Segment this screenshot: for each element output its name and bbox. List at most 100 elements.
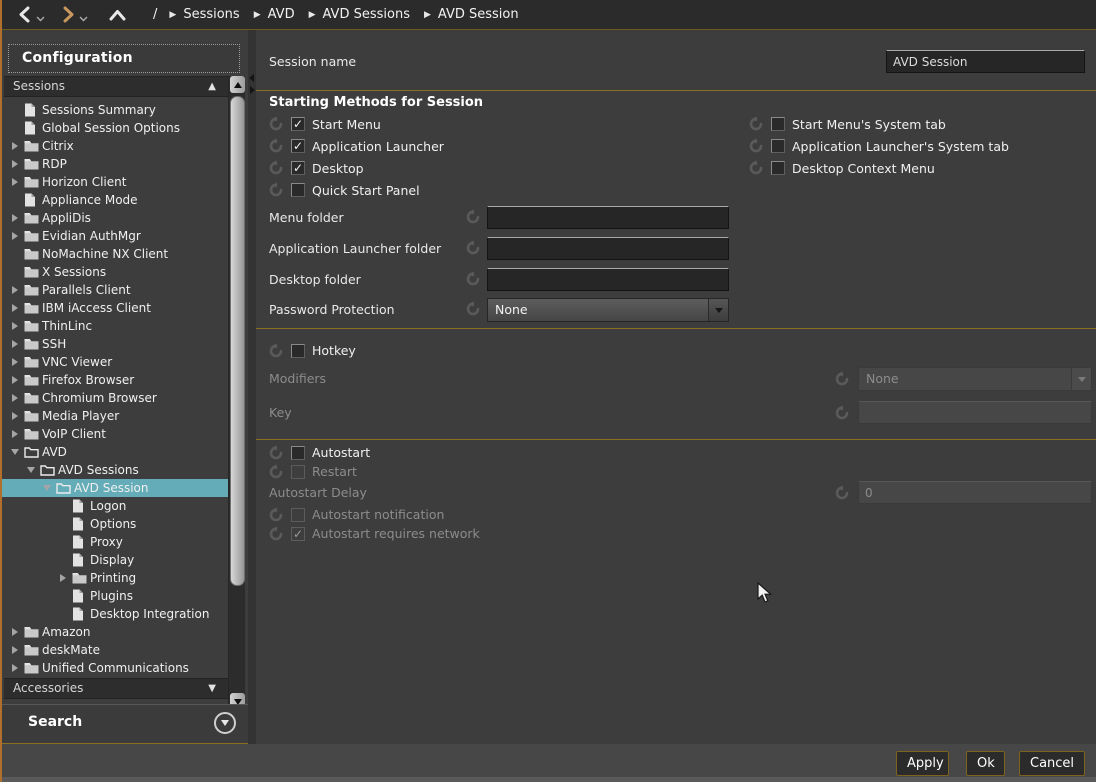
revert-icon[interactable] [834,405,850,421]
tree-item-firefox-browser[interactable]: Firefox Browser [2,371,228,389]
collapse-arrow-icon[interactable] [24,467,38,473]
breadcrumb-root[interactable]: / [153,7,157,22]
tree-item-appliance-mode[interactable]: Appliance Mode [2,191,228,209]
forward-icon[interactable] [59,3,77,27]
application-launcher-folder-input[interactable] [487,237,729,260]
tree-item-sessions-summary[interactable]: Sessions Summary [2,101,228,119]
tree-item-printing[interactable]: Printing [2,569,228,587]
tree-scrollbar[interactable] [228,76,245,710]
revert-icon[interactable] [268,343,284,359]
dropdown-arrow-icon[interactable] [708,299,728,321]
expand-arrow-icon[interactable] [8,232,22,240]
collapse-arrow-icon[interactable] [40,485,54,491]
tree-item-parallels-client[interactable]: Parallels Client [2,281,228,299]
checkbox-desktop-context-menu[interactable] [771,161,785,175]
revert-icon[interactable] [268,526,284,542]
revert-icon[interactable] [268,445,284,461]
expand-arrow-icon[interactable] [8,304,22,312]
tree-item-chromium-browser[interactable]: Chromium Browser [2,389,228,407]
breadcrumb-item-avd[interactable]: ▶AVD [254,7,295,22]
expand-arrow-icon[interactable] [8,646,22,654]
tree-item-global-session-options[interactable]: Global Session Options [2,119,228,137]
tree-item-logon[interactable]: Logon [2,497,228,515]
tree-item-horizon-client[interactable]: Horizon Client [2,173,228,191]
revert-icon[interactable] [748,116,764,132]
expand-arrow-icon[interactable] [8,322,22,330]
apply-button[interactable]: Apply [896,751,949,776]
tree-item-ssh[interactable]: SSH [2,335,228,353]
revert-icon[interactable] [465,209,481,225]
revert-icon[interactable] [465,301,481,317]
tree-item-media-player[interactable]: Media Player [2,407,228,425]
tree-item-ibm-iaccess-client[interactable]: IBM iAccess Client [2,299,228,317]
sidebar-splitter[interactable] [248,30,256,744]
scrollbar-up-icon[interactable] [230,76,245,93]
tree-item-x-sessions[interactable]: X Sessions [2,263,228,281]
tree-item-avd-session[interactable]: AVD Session [2,479,228,497]
revert-icon[interactable] [268,182,284,198]
expand-arrow-icon[interactable] [8,412,22,420]
tree-item-avd-sessions[interactable]: AVD Sessions [2,461,228,479]
expand-section-icon[interactable]: ▼ [208,679,216,698]
tree-item-vnc-viewer[interactable]: VNC Viewer [2,353,228,371]
expand-arrow-icon[interactable] [8,376,22,384]
breadcrumb-item-avd-sessions[interactable]: ▶AVD Sessions [309,7,410,22]
breadcrumb-item-sessions[interactable]: ▶Sessions [169,7,239,22]
tree-item-evidian-authmgr[interactable]: Evidian AuthMgr [2,227,228,245]
tree-item-applidis[interactable]: AppliDis [2,209,228,227]
expand-arrow-icon[interactable] [8,178,22,186]
revert-icon[interactable] [748,160,764,176]
password-protection-select[interactable]: None [487,298,729,322]
tree-item-deskmate[interactable]: deskMate [2,641,228,659]
checkbox-autostart[interactable] [291,446,305,460]
expand-arrow-icon[interactable] [8,358,22,366]
expand-arrow-icon[interactable] [8,286,22,294]
session-name-input[interactable] [886,50,1085,73]
checkbox-quick-start-panel[interactable] [291,183,305,197]
desktop-folder-input[interactable] [487,268,729,291]
checkbox-start-menu[interactable]: ✓ [291,117,305,131]
tree-item-avd[interactable]: AVD [2,443,228,461]
collapse-section-icon[interactable]: ▲ [208,77,216,96]
breadcrumb-item-avd-session[interactable]: ▶AVD Session [424,7,519,22]
revert-icon[interactable] [834,371,850,387]
checkbox-desktop[interactable]: ✓ [291,161,305,175]
tree-item-amazon[interactable]: Amazon [2,623,228,641]
revert-icon[interactable] [268,160,284,176]
tree-item-options[interactable]: Options [2,515,228,533]
revert-icon[interactable] [268,138,284,154]
checkbox-application-launcher-s-system-tab[interactable] [771,139,785,153]
ok-button[interactable]: Ok [966,751,1005,776]
expand-arrow-icon[interactable] [8,664,22,672]
tree-item-voip-client[interactable]: VoIP Client [2,425,228,443]
revert-icon[interactable] [834,485,850,501]
revert-icon[interactable] [268,464,284,480]
expand-arrow-icon[interactable] [8,160,22,168]
expand-arrow-icon[interactable] [8,628,22,636]
tree-item-proxy[interactable]: Proxy [2,533,228,551]
expand-arrow-icon[interactable] [8,214,22,222]
revert-icon[interactable] [748,138,764,154]
tree-item-nomachine-nx-client[interactable]: NoMachine NX Client [2,245,228,263]
cancel-button[interactable]: Cancel [1019,751,1085,776]
tree-item-plugins[interactable]: Plugins [2,587,228,605]
revert-icon[interactable] [465,240,481,256]
revert-icon[interactable] [268,116,284,132]
back-history-dropdown-icon[interactable] [36,7,45,26]
sessions-section-header[interactable]: Sessions ▲ [4,76,228,97]
back-icon[interactable] [16,3,34,27]
accessories-section-header[interactable]: Accessories ▼ [4,678,228,699]
collapse-arrow-icon[interactable] [8,449,22,455]
revert-icon[interactable] [268,507,284,523]
tree-item-rdp[interactable]: RDP [2,155,228,173]
forward-history-dropdown-icon[interactable] [79,7,88,26]
tree-item-display[interactable]: Display [2,551,228,569]
expand-arrow-icon[interactable] [8,340,22,348]
tree-item-thinlinc[interactable]: ThinLinc [2,317,228,335]
checkbox-application-launcher[interactable]: ✓ [291,139,305,153]
expand-arrow-icon[interactable] [8,142,22,150]
search-expand-button[interactable] [214,712,236,734]
expand-arrow-icon[interactable] [56,574,70,582]
scrollbar-thumb[interactable] [230,96,245,586]
tree-item-unified-communications[interactable]: Unified Communications [2,659,228,677]
